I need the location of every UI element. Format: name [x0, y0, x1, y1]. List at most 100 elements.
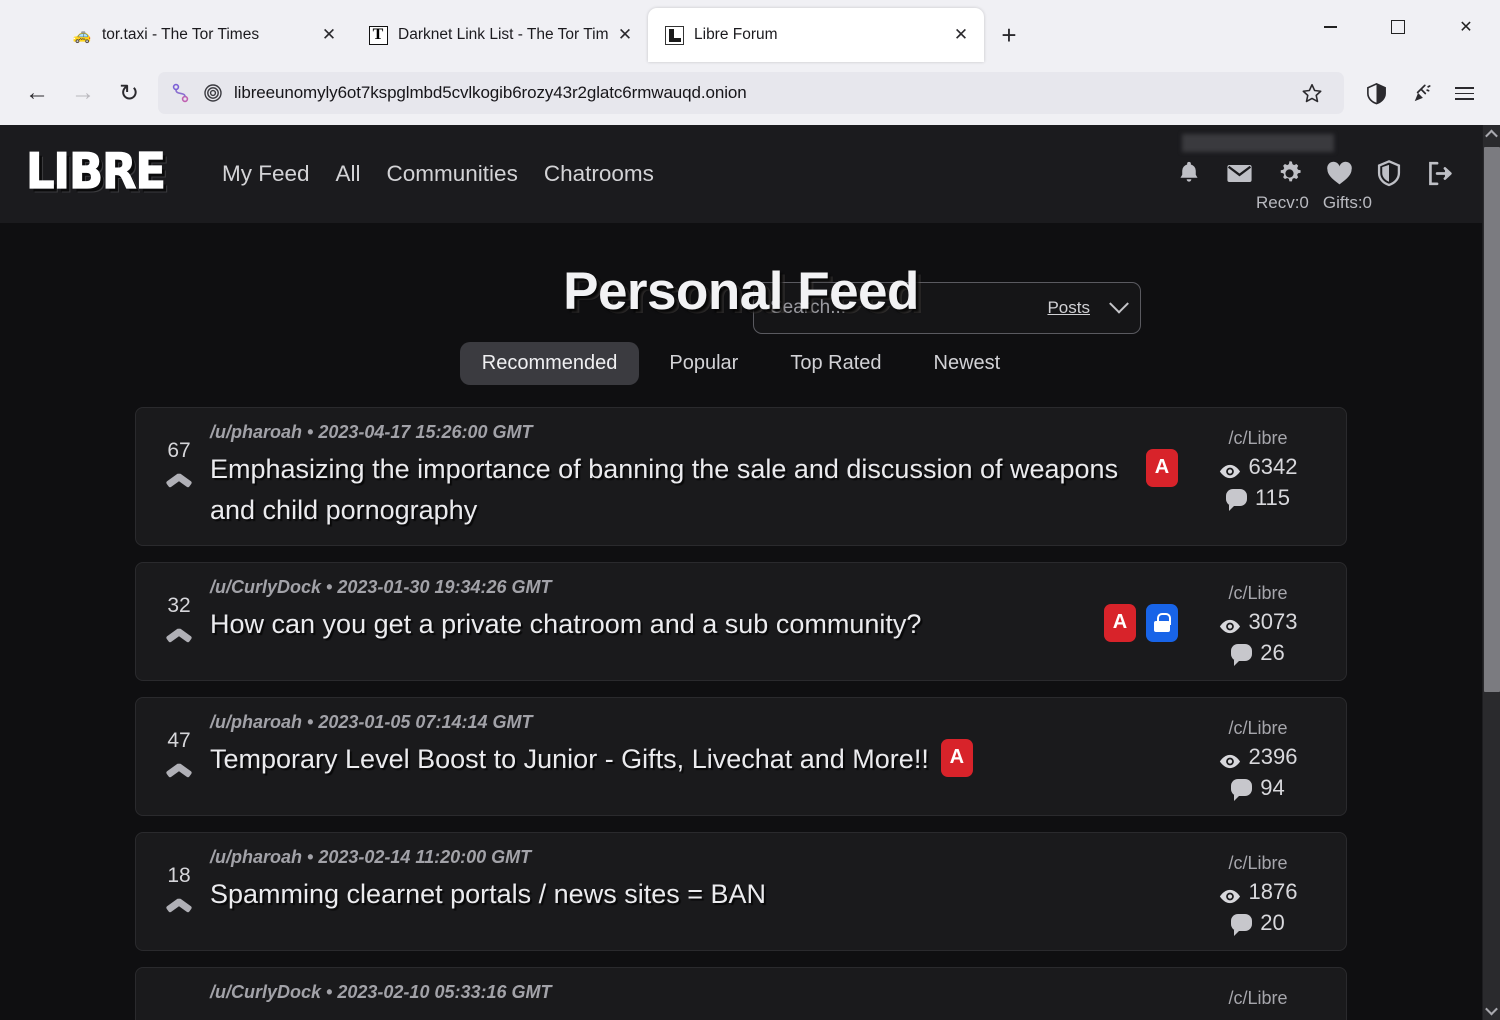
post-card[interactable]: /u/CurlyDock • 2023-02-10 05:33:16 GMT /… — [135, 966, 1347, 1020]
post-author[interactable]: /u/pharoah — [210, 712, 302, 732]
post-stats: /c/Libre 1876 20 — [1188, 847, 1328, 937]
post-card[interactable]: 47 /u/pharoah • 2023-01-05 07:14:14 GMT … — [135, 696, 1347, 816]
url-bar[interactable]: libreeunomyly6ot7kspglmbd5cvlkogib6rozy4… — [158, 71, 1344, 115]
scroll-down-arrow-icon[interactable] — [1483, 1000, 1500, 1020]
tab-close-button[interactable]: ✕ — [948, 22, 974, 48]
tor-circuit-icon[interactable] — [170, 82, 192, 104]
post-author[interactable]: /u/pharoah — [210, 422, 302, 442]
vote-count: 67 — [167, 438, 191, 462]
post-meta: /u/CurlyDock • 2023-01-30 19:34:26 GMT — [210, 577, 1178, 598]
post-card[interactable]: 18 /u/pharoah • 2023-02-14 11:20:00 GMT … — [135, 831, 1347, 951]
post-card[interactable]: 67 /u/pharoah • 2023-04-17 15:26:00 GMT … — [135, 406, 1347, 546]
vote-column: 18 — [148, 847, 210, 936]
comment-bubble-icon — [1231, 779, 1253, 802]
minimize-button[interactable] — [1296, 6, 1364, 48]
post-body: /u/pharoah • 2023-02-14 11:20:00 GMT Spa… — [210, 847, 1188, 936]
envelope-icon[interactable] — [1222, 156, 1256, 190]
vote-column — [148, 982, 210, 1020]
logout-icon[interactable] — [1422, 156, 1456, 190]
tab-close-button[interactable]: ✕ — [316, 22, 342, 48]
post-timestamp: 2023-02-10 05:33:16 GMT — [337, 981, 552, 1002]
scrollbar-thumb[interactable] — [1484, 146, 1500, 692]
post-title[interactable]: Temporary Level Boost to Junior - Gifts,… — [210, 739, 929, 780]
upvote-arrow-icon[interactable] — [166, 628, 192, 642]
maximize-button[interactable] — [1364, 6, 1432, 48]
heart-icon[interactable] — [1322, 156, 1356, 190]
post-title[interactable]: Emphasizing the importance of banning th… — [210, 449, 1134, 531]
post-title-row: Emphasizing the importance of banning th… — [210, 448, 1178, 531]
nav-link-all[interactable]: All — [336, 161, 361, 187]
nav-link-my-feed[interactable]: My Feed — [222, 161, 310, 187]
eye-icon — [1219, 459, 1241, 479]
nyt-icon: T — [368, 25, 388, 45]
tab-close-button[interactable]: ✕ — [612, 22, 638, 48]
gifts-counter: Gifts:0 — [1322, 193, 1373, 213]
upvote-arrow-icon[interactable] — [166, 473, 192, 487]
post-body: /u/CurlyDock • 2023-02-10 05:33:16 GMT — [210, 982, 1188, 1020]
star-icon[interactable] — [1290, 71, 1334, 115]
vote-count: 47 — [167, 728, 191, 752]
post-list: 67 /u/pharoah • 2023-04-17 15:26:00 GMT … — [0, 406, 1482, 1020]
views-count: 2396 — [1248, 743, 1298, 769]
vote-count: 32 — [167, 593, 191, 617]
user-area: Recv:0 Gifts:0 — [1172, 125, 1456, 223]
tab-title: Darknet Link List - The Tor Times — [398, 26, 608, 43]
new-identity-broom-icon[interactable] — [1398, 71, 1442, 115]
browser-tab-2[interactable]: T Darknet Link List - The Tor Times ✕ — [352, 8, 648, 62]
meta-separator: • — [307, 846, 314, 867]
reload-button[interactable]: ↻ — [106, 71, 152, 115]
post-meta: /u/pharoah • 2023-01-05 07:14:14 GMT — [210, 712, 1178, 733]
announcement-badge: A — [1146, 448, 1178, 487]
shield-icon[interactable] — [1372, 156, 1406, 190]
post-timestamp: 2023-01-05 07:14:14 GMT — [318, 711, 533, 732]
views-count: 3073 — [1248, 608, 1298, 634]
comments-count: 20 — [1260, 909, 1285, 935]
new-tab-button[interactable]: + — [992, 18, 1026, 52]
tab-popular[interactable]: Popular — [647, 342, 760, 385]
browser-tab-3-active[interactable]: Libre Forum ✕ — [648, 8, 984, 62]
post-title[interactable]: Spamming clearnet portals / news sites =… — [210, 874, 766, 915]
shield-icon[interactable] — [1354, 71, 1398, 115]
username-redacted — [1182, 134, 1334, 153]
post-author[interactable]: /u/pharoah — [210, 847, 302, 867]
post-author[interactable]: /u/CurlyDock — [210, 982, 321, 1002]
forward-button[interactable]: → — [60, 71, 106, 115]
comments-stat: 115 — [1225, 484, 1291, 512]
community-link[interactable]: /c/Libre — [1228, 718, 1287, 739]
comments-count: 115 — [1254, 484, 1291, 510]
hamburger-menu-icon[interactable] — [1442, 71, 1486, 115]
announcement-badge: A — [940, 738, 973, 777]
page-scrollbar[interactable] — [1482, 124, 1500, 1020]
close-window-button[interactable]: ✕ — [1432, 6, 1500, 48]
community-link[interactable]: /c/Libre — [1228, 853, 1287, 874]
meta-separator: • — [326, 981, 333, 1002]
post-timestamp: 2023-04-17 15:26:00 GMT — [318, 421, 533, 442]
tab-newest[interactable]: Newest — [912, 342, 1023, 385]
nav-link-chatrooms[interactable]: Chatrooms — [544, 161, 654, 187]
nav-link-communities[interactable]: Communities — [387, 161, 518, 187]
views-count: 6342 — [1248, 453, 1298, 479]
comments-count: 26 — [1260, 639, 1285, 665]
scroll-up-arrow-icon[interactable] — [1483, 125, 1500, 145]
libre-logo[interactable]: LIBRE — [25, 147, 166, 197]
gear-icon[interactable] — [1272, 156, 1306, 190]
upvote-arrow-icon[interactable] — [166, 763, 192, 777]
community-link[interactable]: /c/Libre — [1228, 583, 1287, 604]
tab-recommended[interactable]: Recommended — [459, 341, 640, 385]
views-count: 1876 — [1248, 878, 1298, 904]
community-link[interactable]: /c/Libre — [1228, 428, 1287, 449]
onion-lock-icon[interactable] — [202, 82, 224, 104]
back-button[interactable]: ← — [14, 71, 60, 115]
views-stat: 3073 — [1219, 608, 1298, 635]
community-link[interactable]: /c/Libre — [1228, 988, 1287, 1009]
bell-icon[interactable] — [1172, 156, 1206, 190]
post-title[interactable]: How can you get a private chatroom and a… — [210, 604, 1092, 645]
scrollbar-track[interactable] — [1483, 145, 1500, 1000]
tab-title: Libre Forum — [694, 26, 778, 43]
taxi-icon: 🚕 — [72, 26, 92, 44]
browser-tab-1[interactable]: 🚕 tor.taxi - The Tor Times ✕ — [56, 8, 352, 62]
tab-top-rated[interactable]: Top Rated — [768, 342, 903, 385]
post-card[interactable]: 32 /u/CurlyDock • 2023-01-30 19:34:26 GM… — [135, 561, 1347, 681]
upvote-arrow-icon[interactable] — [166, 898, 192, 912]
post-author[interactable]: /u/CurlyDock — [210, 577, 321, 597]
